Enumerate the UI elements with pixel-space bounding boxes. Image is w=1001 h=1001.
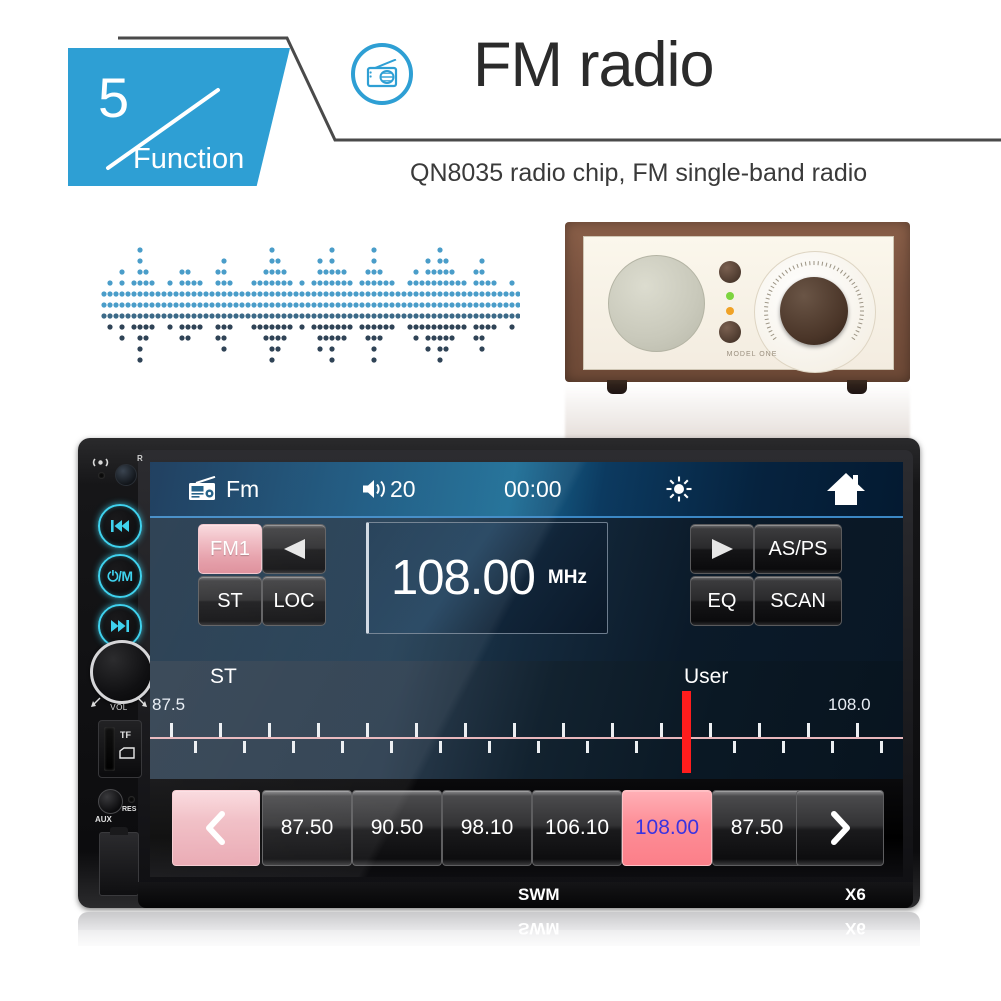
preset-button[interactable]: 87.50 — [262, 790, 352, 866]
eq-label: EQ — [707, 589, 737, 612]
stereo-indicator-label: ST — [210, 665, 237, 688]
preset-label: 98.10 — [460, 816, 514, 839]
reset-button[interactable] — [128, 796, 135, 803]
scale-baseline — [150, 737, 903, 739]
radio-small-knob-top — [719, 261, 741, 283]
preset-bar: 87.50 90.50 98.10 106.10 108.00 87.50 — [150, 779, 903, 877]
triangle-right-icon — [712, 539, 733, 559]
page-title: FM radio — [473, 30, 715, 100]
chevron-right-icon — [831, 811, 850, 845]
volume-label: VOL — [110, 703, 128, 712]
car-stereo-unit: R ⏻/M VOL TF AUX RES Fm 20 00:00 FM1 ST … — [78, 438, 920, 916]
power-mode-button[interactable]: ⏻/M — [98, 554, 142, 598]
radio-icon — [351, 43, 413, 105]
frequency-value: 108.00 — [391, 551, 536, 605]
user-preset-label: User — [684, 665, 729, 688]
clock-display: 00:00 — [504, 462, 562, 516]
brand-label-swm: SWM — [518, 885, 560, 904]
local-button[interactable]: LOC — [262, 576, 326, 626]
page-subtitle: QN8035 radio chip, FM single-band radio — [410, 159, 868, 187]
preset-label: 108.00 — [634, 816, 700, 839]
stereo-bottom-bezel: SWM X6 — [138, 882, 913, 908]
preset-label: 87.50 — [730, 816, 784, 839]
scale-min-label: 87.5 — [152, 695, 186, 714]
tf-slot-label: TF — [120, 730, 131, 740]
preset-prev-button[interactable] — [172, 790, 260, 866]
badge-label: Function — [133, 143, 245, 175]
home-icon — [827, 473, 865, 505]
frequency-display: 108.00 MHz — [366, 522, 608, 634]
aux-label: AUX — [95, 815, 112, 824]
clock-value: 00:00 — [504, 475, 562, 502]
model-label-x6: X6 — [845, 885, 866, 904]
asps-label: AS/PS — [768, 537, 828, 560]
preset-label: 87.50 — [280, 816, 334, 839]
stereo-reflection: SWM X6 — [78, 912, 920, 1000]
tune-down-button[interactable] — [262, 524, 326, 574]
st-label: ST — [217, 589, 243, 612]
volume-knob[interactable] — [90, 640, 154, 704]
auto-store-preset-scan-button[interactable]: AS/PS — [754, 524, 842, 574]
sd-card-icon — [119, 747, 135, 759]
tf-card-slot[interactable]: TF — [98, 720, 142, 778]
radio-led-amber — [726, 307, 734, 315]
lcd-tuner-panel: FM1 ST LOC 108.00 MHz AS/PS EQ SCAN — [150, 518, 903, 661]
preset-next-button[interactable] — [796, 790, 884, 866]
radio-tuning-knob — [780, 277, 848, 345]
fm1-band-button[interactable]: FM1 — [198, 524, 262, 574]
radio-speaker — [608, 255, 705, 352]
radio-led-green — [726, 292, 734, 300]
lcd-status-bar: Fm 20 00:00 — [150, 462, 903, 518]
scan-label: SCAN — [770, 589, 826, 612]
frequency-unit: MHz — [547, 567, 587, 588]
prev-track-button[interactable] — [98, 504, 142, 548]
tuning-needle — [682, 691, 691, 773]
sun-icon — [666, 476, 692, 502]
usb-port[interactable] — [99, 827, 139, 896]
triangle-left-icon — [284, 539, 305, 559]
aux-input-jack[interactable] — [98, 789, 123, 814]
volume-value: 20 — [390, 475, 416, 502]
page-header: 5 Function FM radio QN8035 radio chip, F… — [0, 0, 1001, 205]
scan-button[interactable]: SCAN — [754, 576, 842, 626]
loc-label: LOC — [273, 589, 315, 612]
volume-indicator[interactable]: 20 — [362, 462, 416, 516]
speaker-icon — [363, 480, 385, 498]
preset-label: 106.10 — [544, 816, 610, 839]
audio-waveform-graphic — [100, 245, 521, 365]
home-button[interactable] — [826, 462, 866, 516]
microphone-icon — [92, 458, 109, 467]
stereo-lcd-screen[interactable]: Fm 20 00:00 FM1 ST LOC 108.00 MHz AS/PS … — [150, 462, 903, 877]
source-label: Fm — [226, 475, 260, 502]
chevron-left-icon — [206, 811, 225, 845]
source-indicator[interactable]: Fm — [188, 462, 259, 516]
microphone-hole — [98, 472, 105, 479]
radio-small-knob-bottom — [719, 321, 741, 343]
tune-up-button[interactable] — [690, 524, 754, 574]
ir-receiver — [115, 464, 137, 486]
radio-icon — [189, 476, 216, 500]
preset-button[interactable]: 87.50 — [712, 790, 802, 866]
preset-button[interactable]: 90.50 — [352, 790, 442, 866]
preset-button[interactable]: 98.10 — [442, 790, 532, 866]
preset-button[interactable]: 108.00 — [622, 790, 712, 866]
preset-label: 90.50 — [370, 816, 424, 839]
vintage-radio-photo: MODEL ONE — [565, 222, 910, 439]
res-label: RES — [122, 806, 137, 813]
reset-r-label: R — [137, 454, 143, 463]
brightness-button[interactable] — [665, 462, 693, 516]
power-mode-label: ⏻/M — [107, 567, 133, 584]
radio-model-label: MODEL ONE — [726, 351, 778, 358]
preset-button[interactable]: 106.10 — [532, 790, 622, 866]
fm1-label: FM1 — [210, 537, 250, 560]
eq-button[interactable]: EQ — [690, 576, 754, 626]
stereo-button[interactable]: ST — [198, 576, 262, 626]
tuning-scale[interactable]: ST User 87.5 108.0 — [150, 661, 903, 779]
scale-max-label: 108.0 — [828, 695, 871, 714]
stereo-left-control-panel: R ⏻/M VOL TF AUX RES — [86, 444, 154, 904]
